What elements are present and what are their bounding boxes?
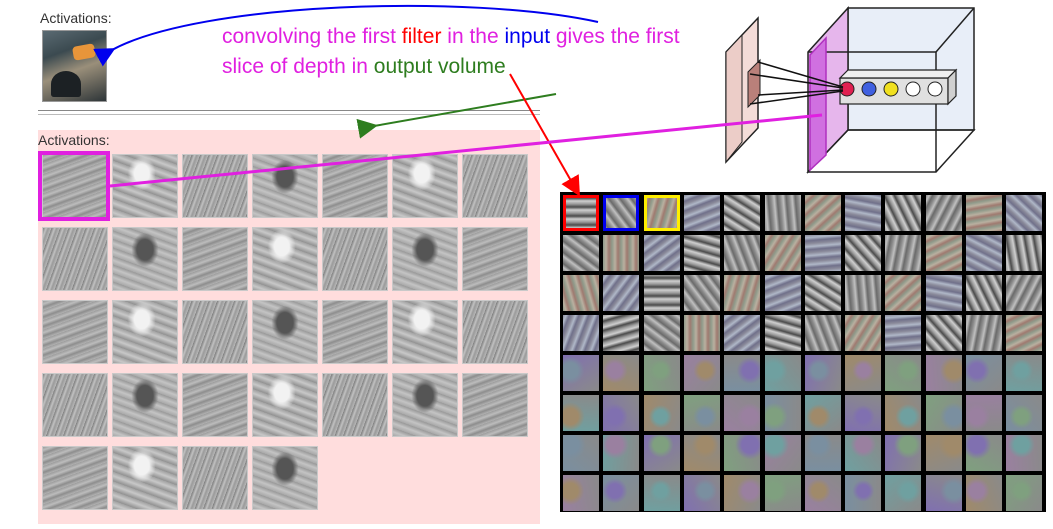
filter-arrow [509,73,580,197]
annotation-arrows [93,4,823,197]
slice-link-line [109,113,823,188]
input-arrow [93,4,599,67]
output-arrow [356,93,557,139]
